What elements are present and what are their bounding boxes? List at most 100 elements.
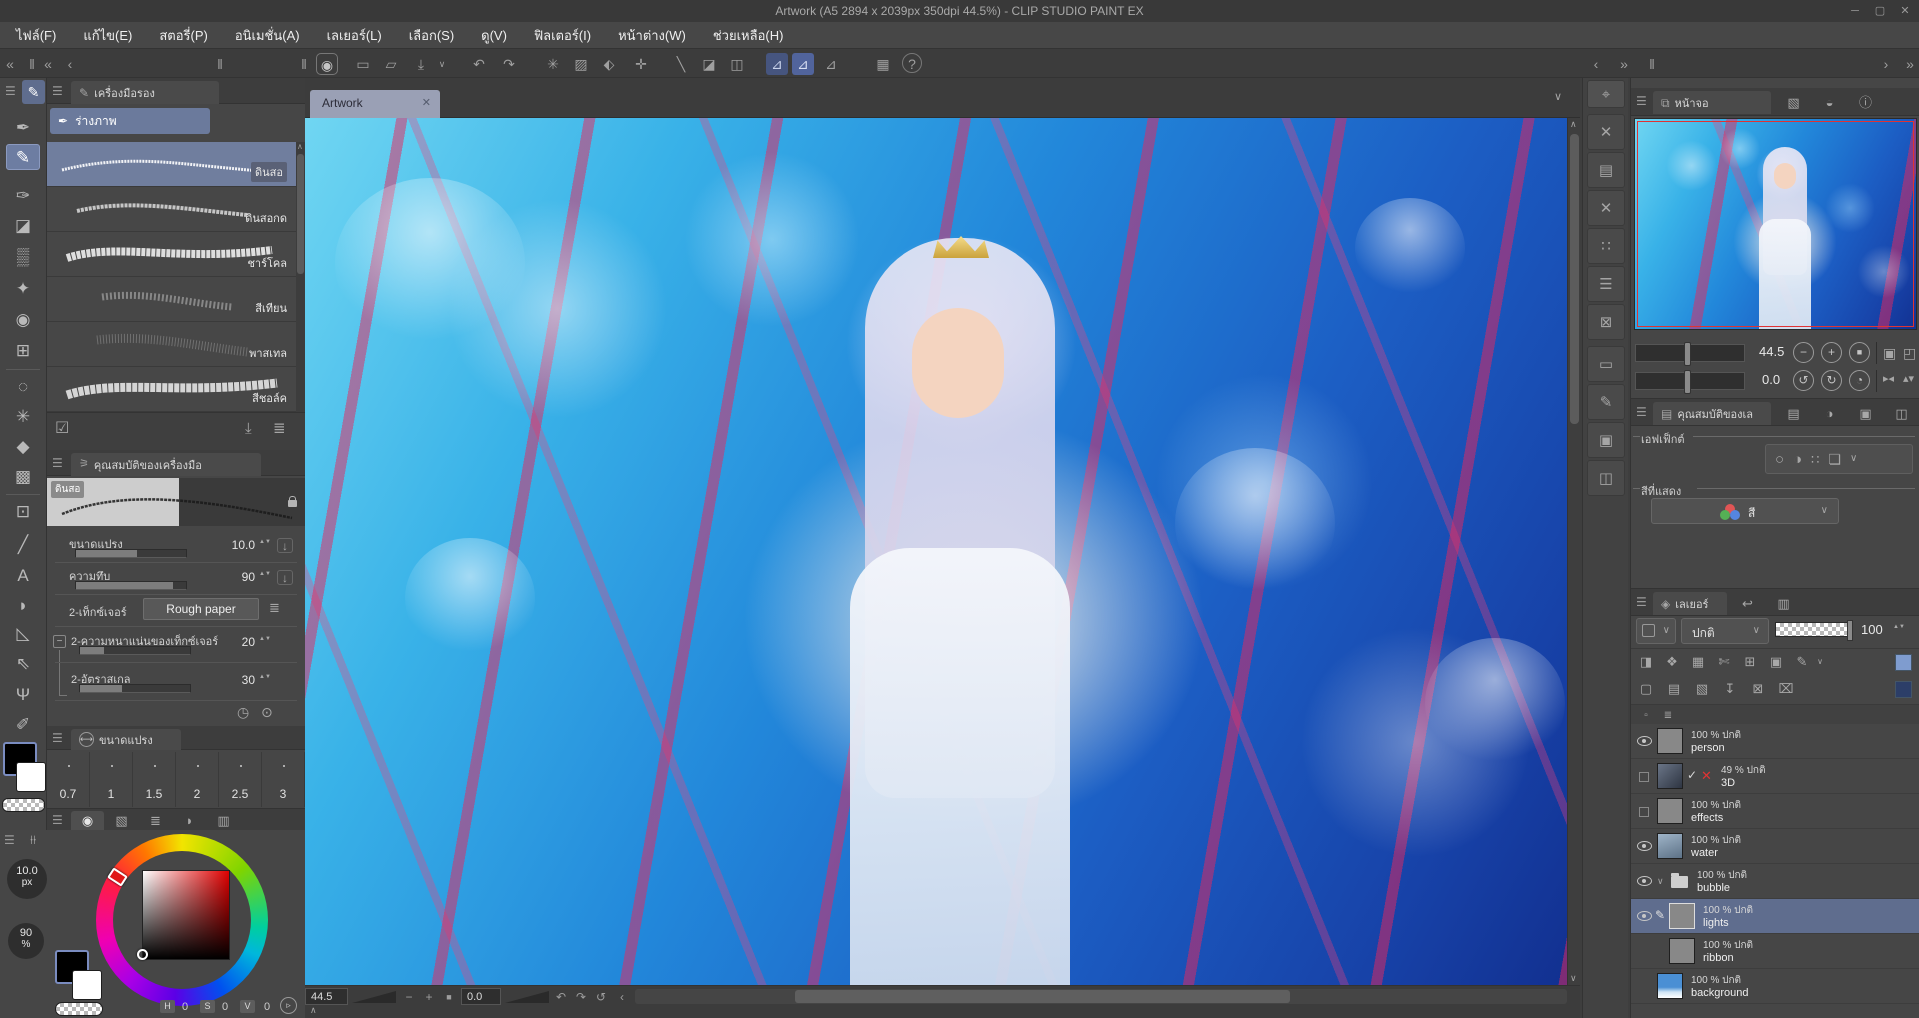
opacity-pressure-icon[interactable]: ↓ [277,570,293,585]
visibility-off-box[interactable] [1639,807,1649,817]
transfer-down-icon[interactable]: ↧ [1719,679,1741,699]
quick-export-icon[interactable]: ▤ [1587,152,1625,188]
wheel-sub-color-swatch[interactable] [72,970,102,1000]
visibility-eye-icon[interactable] [1637,841,1652,851]
tab-color-slider-icon[interactable]: ▧ [105,811,138,831]
brush-size-2.5[interactable]: 2.5 [219,752,262,807]
new-vector-layer-icon[interactable]: ▤ [1663,679,1685,699]
navigator-rotate-slider[interactable] [1635,372,1745,390]
tab-timeline-icon[interactable]: ▥ [1767,594,1800,614]
tool-lasso[interactable]: ◌ [6,374,40,400]
restore-default-icon[interactable]: ◷ [237,705,249,719]
texture-expand-icon[interactable]: − [53,635,66,648]
color-panel-menu-icon[interactable]: ☰ [52,814,63,826]
menu-layer[interactable]: เลเยอร์(L) [327,25,382,46]
collapse-left2-icon[interactable]: « [40,53,56,75]
tool-brush[interactable]: ✑ [6,183,40,209]
new-folder-icon[interactable]: ▧ [1691,679,1713,699]
menu-window[interactable]: หน้าต่าง(W) [618,25,686,46]
delete-subtool-icon[interactable]: ≣ [273,421,286,436]
import-subtool-icon[interactable]: ⤓ [245,421,252,436]
tool-gradient[interactable]: ▩ [6,464,40,490]
tab-cel-property-icon[interactable]: ◫ [1885,404,1918,424]
far-right-expand-icon[interactable]: » [1902,53,1918,75]
fit-to-screen-icon[interactable]: ■ [440,989,458,1005]
clip-at-layer-icon[interactable]: ◨ [1635,652,1657,672]
subtool-menu-icon[interactable]: ☰ [52,85,63,97]
footer-collapse-icon[interactable]: ‹ [613,989,631,1005]
lock-layer-icon[interactable]: ✄ [1713,652,1735,672]
nav-fit-icon[interactable]: ■ [1849,342,1870,363]
scale-ratio-spinner-icon[interactable]: ▲▼ [259,675,269,679]
tab-color-wheel-icon[interactable]: ◉ [71,811,104,831]
transform-icon[interactable]: ✛ [630,53,652,75]
zoom-slider[interactable] [352,991,396,1003]
reference-layer-icon[interactable]: ❖ [1661,652,1683,672]
tool-pen[interactable]: ✒ [6,115,40,141]
quick-folder-icon[interactable]: ▭ [1587,346,1625,382]
layer-row-effects[interactable]: 100 % ปกติ effects [1631,794,1919,829]
sv-square[interactable] [142,870,230,960]
tab-layer-restore-icon[interactable]: ↩ [1731,594,1764,614]
slider-texture-density[interactable] [79,646,191,655]
brush-size-3[interactable]: 3 [262,752,305,807]
new-file-icon[interactable]: ▭ [352,53,374,75]
visibility-eye-icon[interactable] [1637,736,1652,746]
slider-opacity[interactable] [75,581,187,590]
help-icon[interactable]: ? [902,53,922,73]
close-button[interactable]: ✕ [1893,0,1917,22]
list-thumbnail-icon[interactable]: ≣ [1657,706,1679,726]
quick-close-2-icon[interactable]: ✕ [1587,190,1625,226]
rotate-cw-icon[interactable]: ↷ [572,989,590,1005]
sv-cursor[interactable] [137,949,148,960]
scrollbar-up-icon[interactable]: ∧ [1570,120,1577,129]
horizontal-scroll-thumb[interactable] [795,990,1290,1003]
save-dropdown-icon[interactable]: ∨ [436,53,448,75]
opacity-slider-handle[interactable] [1847,620,1853,641]
tool-blend[interactable]: ◉ [6,307,40,333]
layer-row-person[interactable]: 100 % ปกติ person [1631,724,1919,759]
list-display-icon[interactable]: ▫ [1635,706,1657,726]
chevron-left-icon[interactable]: ‹ [64,53,76,75]
ruler-range-chevron-icon[interactable]: ∨ [1809,652,1831,672]
tool-decoration[interactable]: ✦ [6,276,40,302]
menu-story[interactable]: สตอรี่(P) [159,25,208,46]
menu-animation[interactable]: อนิเมชั่น(A) [235,25,300,46]
subtool-tab[interactable]: ✎ เครื่องมือรอง [71,81,219,104]
deselect-icon[interactable]: ✳ [542,53,564,75]
nav-rotate-cw-icon[interactable]: ↻ [1821,370,1842,391]
tab-item-bank-icon[interactable]: ◒ [1813,93,1846,113]
canvas-artwork[interactable] [305,118,1567,985]
vertical-scrollbar[interactable]: ∧ ∨ [1567,118,1580,985]
effect-border-icon[interactable]: ○ [1775,452,1784,467]
new-raster-layer-icon[interactable]: ▢ [1635,679,1657,699]
tool-line[interactable]: ╱ [6,532,40,558]
tool-eyedropper[interactable]: ✐ [6,712,40,738]
layer-row-3d[interactable]: ✓ ✕ 49 % ปกติ 3D [1631,759,1919,794]
tab-intermediate-color-icon[interactable]: ◗ [173,811,206,831]
quick-list-icon[interactable]: ☰ [1587,266,1625,302]
tool-property-tab[interactable]: ⚞ คุณสมบัติของเครื่องมือ [71,453,261,476]
quick-camera-icon[interactable]: ▣ [1587,422,1625,458]
texture-density-spinner-icon[interactable]: ▲▼ [259,637,269,641]
tool-airbrush[interactable]: ▒ [6,244,40,270]
tool-object[interactable]: ⊡ [6,499,40,525]
tab-subview-icon[interactable]: ▧ [1777,93,1810,113]
brush-item-pastel[interactable]: พาสเทล [47,322,297,367]
nav-zoom-out-icon[interactable]: − [1793,342,1814,363]
tab-color-set-icon[interactable]: ≣ [139,811,172,831]
navigator-rotation-value[interactable]: 0.0 [1762,372,1780,387]
snap-ruler-3-icon[interactable]: ⊿ [820,53,842,75]
brush-size-1[interactable]: 1 [90,752,133,807]
menu-filter[interactable]: ฟิลเตอร์(I) [534,25,591,46]
brush-size-indicator[interactable]: 10.0 px [7,859,47,899]
tool-auto-select[interactable]: ✳ [6,404,40,430]
save-icon[interactable]: ⤓ [410,53,432,75]
tool-figure[interactable]: ⊞ [6,338,40,364]
tab-animation-cel-icon[interactable]: ▣ [1849,404,1882,424]
enable-mask-icon[interactable]: ▣ [1765,652,1787,672]
tool-palette-tab[interactable]: ✎ [22,80,45,104]
quick-pose-icon[interactable]: ◫ [1587,460,1625,496]
tool-eraser[interactable]: ◪ [6,213,40,239]
quick-tone-icon[interactable]: ∷ [1587,228,1625,264]
